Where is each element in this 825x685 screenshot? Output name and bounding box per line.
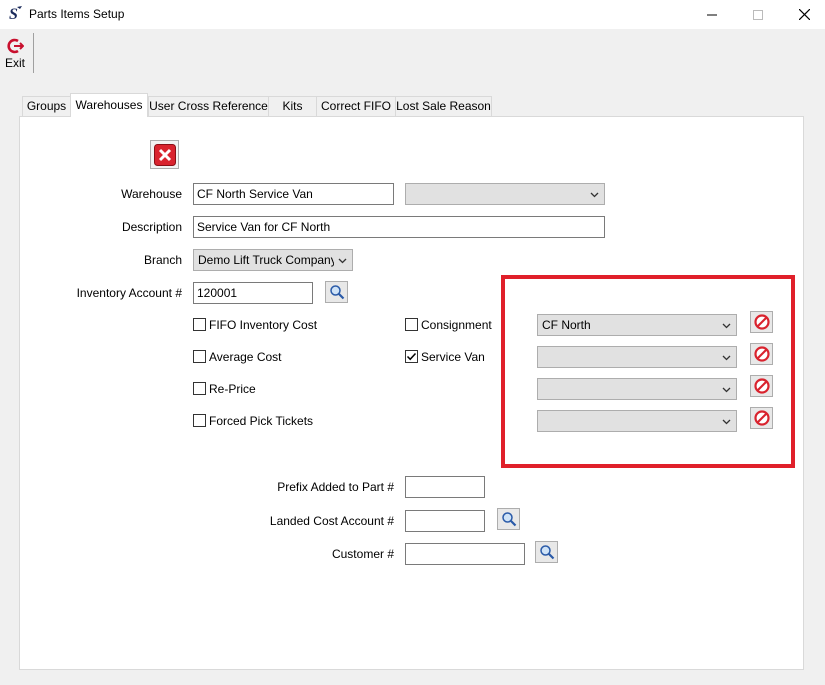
tab-user-cross-reference[interactable]: User Cross Reference [148,96,269,116]
exit-button[interactable]: Exit [2,36,30,72]
re-price-checkbox[interactable] [193,382,206,395]
chevron-down-icon [722,355,731,361]
delete-warehouse-button[interactable] [150,140,179,169]
assignment-select-1-value: CF North [542,318,591,332]
assignment-select-2[interactable] [537,346,737,368]
prefix-added-label: Prefix Added to Part # [277,480,394,494]
minimize-icon [707,14,717,15]
chevron-down-icon [722,387,731,393]
tab-correct-fifo[interactable]: Correct FIFO [316,96,396,116]
chevron-down-icon [590,192,599,198]
customer-label: Customer # [331,547,394,561]
window-title: Parts Items Setup [29,7,125,21]
highlight-annotation [501,275,795,468]
landed-cost-account-label: Landed Cost Account # [269,514,394,528]
maximize-button[interactable] [735,0,781,29]
maximize-icon [753,9,763,20]
average-cost-checkbox[interactable] [193,350,206,363]
close-window-button[interactable] [781,0,825,29]
warehouse-label: Warehouse [121,187,182,201]
clear-assignment-4-button[interactable] [750,407,773,429]
toolbar [0,29,825,75]
consignment-checkbox[interactable] [405,318,418,331]
exit-icon [7,38,24,54]
prohibited-icon [753,410,770,426]
minimize-button[interactable] [689,0,735,29]
forced-pick-tickets-label: Forced Pick Tickets [209,414,314,428]
service-van-label: Service Van [421,350,485,364]
close-icon [798,9,810,20]
app-icon: S [8,5,24,23]
clear-assignment-1-button[interactable] [750,311,773,333]
warehouse-select[interactable] [405,183,605,205]
prohibited-icon [753,314,770,330]
assignment-select-1[interactable]: CF North [537,314,737,336]
fifo-inventory-cost-label: FIFO Inventory Cost [209,318,318,332]
fifo-inventory-cost-checkbox[interactable] [193,318,206,331]
clear-assignment-2-button[interactable] [750,343,773,365]
tab-kits[interactable]: Kits [268,96,317,116]
re-price-label: Re-Price [209,382,256,396]
toolbar-separator [33,33,34,73]
landed-cost-account-input[interactable] [405,510,485,532]
inventory-account-label: Inventory Account # [76,286,182,300]
chevron-down-icon [338,258,347,264]
search-icon [501,512,516,527]
consignment-label: Consignment [421,318,492,332]
search-icon [329,285,344,300]
average-cost-label: Average Cost [209,350,282,364]
warehouse-input[interactable]: CF North Service Van [193,183,394,205]
inventory-account-input[interactable]: 120001 [193,282,313,304]
customer-search-button[interactable] [535,541,558,563]
inventory-account-search-button[interactable] [325,281,348,303]
exit-label: Exit [4,56,25,70]
forced-pick-tickets-checkbox[interactable] [193,414,206,427]
branch-select[interactable]: Demo Lift Truck Company [193,249,353,271]
branch-select-value: Demo Lift Truck Company [198,253,334,267]
customer-input[interactable] [405,543,525,565]
prefix-added-input[interactable] [405,476,485,498]
assignment-select-3[interactable] [537,378,737,400]
branch-label: Branch [143,253,182,267]
chevron-down-icon [722,323,731,329]
delete-x-icon [153,143,176,166]
search-icon [539,545,554,560]
description-input[interactable]: Service Van for CF North [193,216,605,238]
tab-groups[interactable]: Groups [22,96,71,116]
assignment-select-4[interactable] [537,410,737,432]
chevron-down-icon [722,419,731,425]
tab-lost-sale-reason[interactable]: Lost Sale Reason [395,96,492,116]
svg-text:S: S [9,6,18,23]
service-van-checkbox[interactable] [405,350,418,363]
description-label: Description [121,220,182,234]
tab-warehouses[interactable]: Warehouses [70,93,148,117]
clear-assignment-3-button[interactable] [750,375,773,397]
landed-cost-account-search-button[interactable] [497,508,520,530]
prohibited-icon [753,378,770,394]
prohibited-icon [753,346,770,362]
checkmark-icon [406,352,417,361]
